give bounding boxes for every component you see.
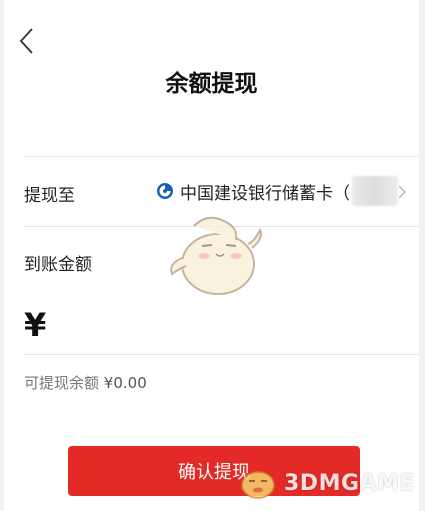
currency-symbol: ¥ xyxy=(24,306,47,344)
withdraw-to-label: 提现至 xyxy=(24,186,75,206)
ccb-logo-icon xyxy=(157,183,173,199)
mascot-watermark-image xyxy=(170,216,262,295)
bank-selector[interactable]: 中国建设银行储蓄卡（ xyxy=(156,176,398,206)
amount-label: 到账金额 xyxy=(24,255,92,275)
divider xyxy=(24,156,419,157)
back-button[interactable] xyxy=(16,26,38,56)
watermark: 3DMGAME xyxy=(236,460,425,506)
chevron-right-icon[interactable] xyxy=(397,184,407,200)
chevron-left-icon xyxy=(19,28,33,54)
available-value: ¥0.00 xyxy=(103,374,147,392)
amount-input[interactable] xyxy=(60,308,404,348)
watermark-mascot-icon xyxy=(241,471,275,499)
bank-name: 中国建设银行储蓄卡（ xyxy=(180,183,350,204)
page-title: 余额提现 xyxy=(165,71,258,97)
available-balance: 可提现余额 ¥0.00 xyxy=(24,372,147,393)
available-label: 可提现余额 xyxy=(24,374,100,392)
withdraw-page: 余额提现 提现至 中国建设银行储蓄卡（ 到账金额 ¥ 可提现余额 ¥0.00 确… xyxy=(4,0,419,511)
watermark-text: 3DMGAME xyxy=(284,470,415,496)
masked-card-number xyxy=(352,176,398,206)
divider xyxy=(24,354,419,355)
